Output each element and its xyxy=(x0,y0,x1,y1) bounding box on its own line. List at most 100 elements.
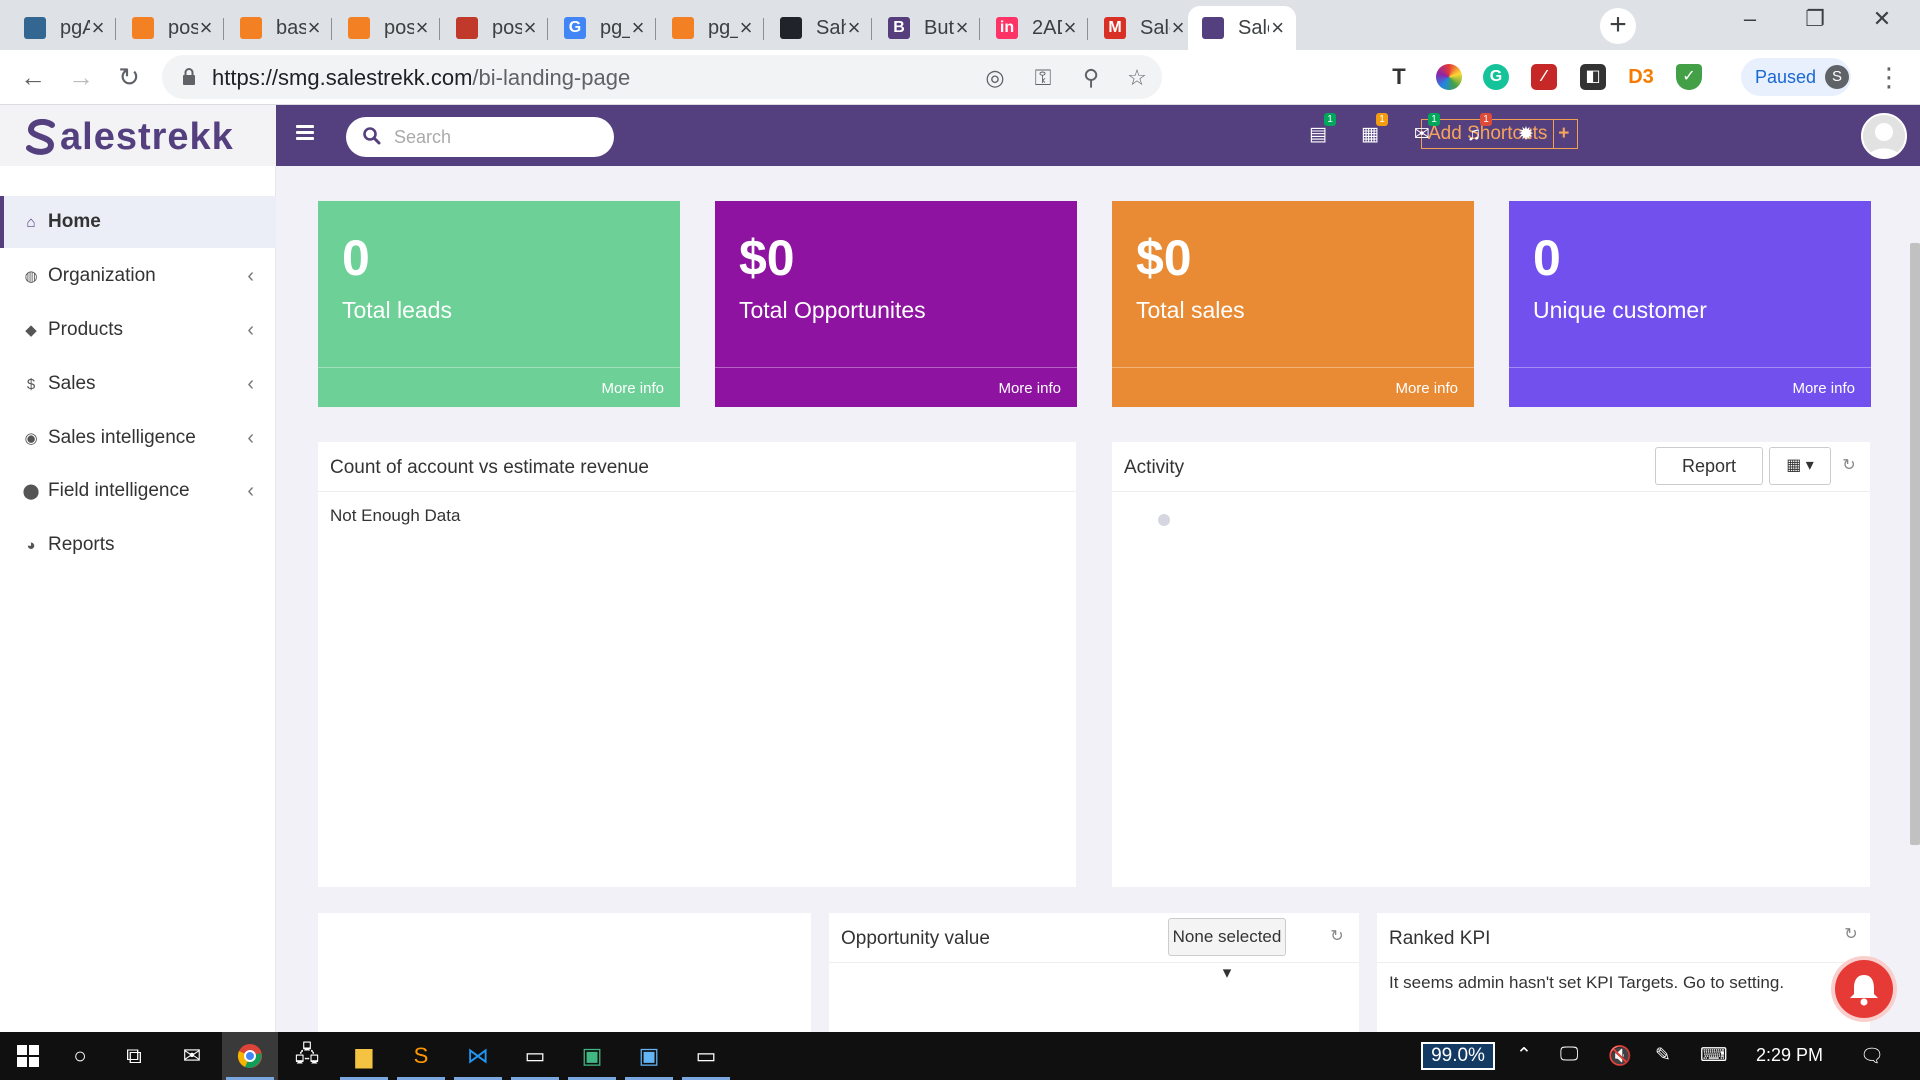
vue-app-icon[interactable]: ▣ xyxy=(564,1032,620,1080)
sidebar-item-field-intelligence[interactable]: ⬤ Field intelligence ‹ xyxy=(0,465,276,517)
total-sales-more-info-link[interactable]: More info xyxy=(1395,380,1458,397)
zoom-icon[interactable]: ⚲ xyxy=(1078,65,1104,91)
lock-icon xyxy=(183,68,195,85)
sidebar-item-home[interactable]: ⌂ Home xyxy=(0,196,276,248)
activity-refresh-icon[interactable]: ↻ xyxy=(1841,458,1857,474)
browser-tab[interactable]: post× xyxy=(334,6,440,50)
unique-customer-more-info-link[interactable]: More info xyxy=(1792,380,1855,397)
pdf-extension-icon[interactable]: ⁄ xyxy=(1531,64,1557,90)
sublime-text-icon[interactable]: S xyxy=(393,1032,449,1080)
bookmark-star-icon[interactable]: ☆ xyxy=(1124,65,1150,91)
browser-tab[interactable]: post× xyxy=(118,6,224,50)
action-center-icon[interactable]: 🗨 xyxy=(1860,1044,1884,1068)
ranked-kpi-refresh-icon[interactable]: ↻ xyxy=(1843,927,1859,943)
search-box[interactable] xyxy=(346,117,614,157)
tab-close-icon[interactable]: × xyxy=(90,15,106,41)
restore-window-icon[interactable]: ❐ xyxy=(1785,6,1845,40)
browser-tab[interactable]: Gpg_ × xyxy=(550,6,656,50)
hamburger-menu-icon[interactable] xyxy=(296,125,314,141)
volume-muted-icon[interactable]: 🔇 xyxy=(1608,1044,1632,1068)
grammarly-extension-icon[interactable]: G xyxy=(1483,64,1509,90)
date-range-dropdown[interactable]: ▦ ▾ xyxy=(1769,447,1831,485)
sidebar-item-sales-intelligence[interactable]: ◉ Sales intelligence ‹ xyxy=(0,412,276,464)
font-extension-icon[interactable]: T xyxy=(1386,64,1412,90)
sidebar-item-organization[interactable]: ◍ Organization ‹ xyxy=(0,250,276,302)
show-hidden-icons-chevron[interactable]: ⌃ xyxy=(1516,1044,1532,1067)
key-icon[interactable]: ⚿ xyxy=(1030,65,1056,91)
color-picker-extension-icon[interactable] xyxy=(1436,64,1462,90)
minimize-window-icon[interactable]: – xyxy=(1720,6,1780,40)
address-bar[interactable]: https://smg.salestrekk.com/bi-landing-pa… xyxy=(162,55,1162,99)
tab-close-icon[interactable]: × xyxy=(1170,15,1186,41)
browser-tab[interactable]: M Sale× xyxy=(1090,6,1196,50)
close-window-icon[interactable]: ✕ xyxy=(1852,6,1912,40)
notifications-bell-icon[interactable]: ♫ 1 xyxy=(1462,113,1492,147)
opportunity-refresh-icon[interactable]: ↻ xyxy=(1329,929,1345,945)
profile-button[interactable]: Paused S xyxy=(1741,58,1851,96)
tab-close-icon[interactable]: × xyxy=(738,15,754,41)
forward-icon[interactable]: → xyxy=(66,62,96,92)
mail-icon[interactable]: ✉ 1 xyxy=(1410,113,1440,147)
tab-close-icon[interactable]: × xyxy=(954,15,970,41)
page-scrollbar[interactable] xyxy=(1910,243,1920,845)
camera-blocked-icon[interactable]: ◎ xyxy=(982,65,1008,91)
browser-tab[interactable]: post× xyxy=(442,6,548,50)
browser-menu-icon[interactable]: ⋮ xyxy=(1876,62,1902,93)
browser-tab[interactable]: in 2AD× xyxy=(982,6,1088,50)
tab-close-icon[interactable]: × xyxy=(306,15,322,41)
touch-keyboard-icon[interactable]: ⌨ xyxy=(1700,1044,1727,1067)
search-input[interactable] xyxy=(394,125,594,149)
chrome-taskbar-icon[interactable] xyxy=(222,1032,278,1080)
notification-bell-bubble[interactable] xyxy=(1835,960,1893,1018)
settings-gear-icon[interactable]: ✹ xyxy=(1514,123,1538,147)
none-selected-dropdown[interactable]: None selected ▾ xyxy=(1168,918,1286,982)
remote-desktop-icon[interactable]: ▣ xyxy=(621,1032,677,1080)
pen-workspace-icon[interactable]: ✎ xyxy=(1655,1044,1671,1067)
network-app-icon[interactable]: 🖧 xyxy=(279,1032,335,1080)
browser-tab[interactable]: bash× xyxy=(226,6,332,50)
tab-close-icon[interactable]: × xyxy=(1062,15,1078,41)
add-shortcuts-button[interactable]: Add Shortcuts + xyxy=(1421,119,1579,149)
task-view-icon[interactable]: ⧉ xyxy=(106,1032,162,1080)
tab-separator xyxy=(1087,18,1088,40)
reload-icon[interactable]: ↻ xyxy=(114,62,144,92)
zoom-level-indicator[interactable]: 99.0% xyxy=(1421,1042,1495,1070)
calendar-icon[interactable]: ▦ 1 xyxy=(1358,113,1388,147)
command-prompt-icon[interactable]: ▭ xyxy=(678,1032,734,1080)
tab-close-icon[interactable]: × xyxy=(198,15,214,41)
tasks-icon[interactable]: ▤ 1 xyxy=(1306,113,1336,147)
tab-close-icon[interactable]: × xyxy=(522,15,538,41)
dollar-icon: $ xyxy=(26,375,36,393)
browser-tab[interactable]: pgA × xyxy=(10,6,116,50)
total-opportunities-more-info-link[interactable]: More info xyxy=(998,380,1061,397)
tab-favicon-icon: B xyxy=(888,17,910,39)
back-icon[interactable]: ← xyxy=(18,62,48,92)
report-button[interactable]: Report xyxy=(1655,447,1763,485)
shield-extension-icon[interactable]: ✓ xyxy=(1676,64,1702,90)
sidebar-item-sales[interactable]: $ Sales ‹ xyxy=(0,358,276,410)
d3-extension-icon[interactable]: D3 xyxy=(1628,64,1654,90)
browser-tab[interactable]: Sahy× xyxy=(766,6,872,50)
tab-close-icon[interactable]: × xyxy=(630,15,646,41)
tab-close-icon[interactable]: × xyxy=(1269,15,1286,41)
total-leads-more-info-link[interactable]: More info xyxy=(601,380,664,397)
browser-tab[interactable]: pg_ × xyxy=(658,6,764,50)
tab-close-icon[interactable]: × xyxy=(414,15,430,41)
reader-extension-icon[interactable]: ◧ xyxy=(1580,64,1606,90)
cortana-search-icon[interactable]: ○ xyxy=(52,1032,108,1080)
new-tab-button[interactable]: + xyxy=(1600,8,1636,44)
file-explorer-icon[interactable]: ▆ xyxy=(336,1032,392,1080)
vscode-icon[interactable]: ⋈ xyxy=(450,1032,506,1080)
mail-app-icon[interactable]: ✉ xyxy=(164,1032,220,1080)
system-clock[interactable]: 2:29 PM xyxy=(1756,1045,1823,1066)
windows-start-icon[interactable] xyxy=(0,1032,56,1080)
browser-tab[interactable]: Sale× xyxy=(1188,6,1296,50)
salestrekk-logo[interactable]: alestrekk xyxy=(24,115,234,159)
sidebar-item-products[interactable]: ◆ Products ‹ xyxy=(0,304,276,356)
terminal-icon[interactable]: ▭ xyxy=(507,1032,563,1080)
user-avatar[interactable] xyxy=(1861,113,1907,159)
browser-tab[interactable]: B Butt× xyxy=(874,6,980,50)
network-tray-icon[interactable]: 🖵 xyxy=(1560,1044,1578,1066)
sidebar-item-reports[interactable]: ◕ Reports xyxy=(0,519,276,571)
tab-close-icon[interactable]: × xyxy=(846,15,862,41)
